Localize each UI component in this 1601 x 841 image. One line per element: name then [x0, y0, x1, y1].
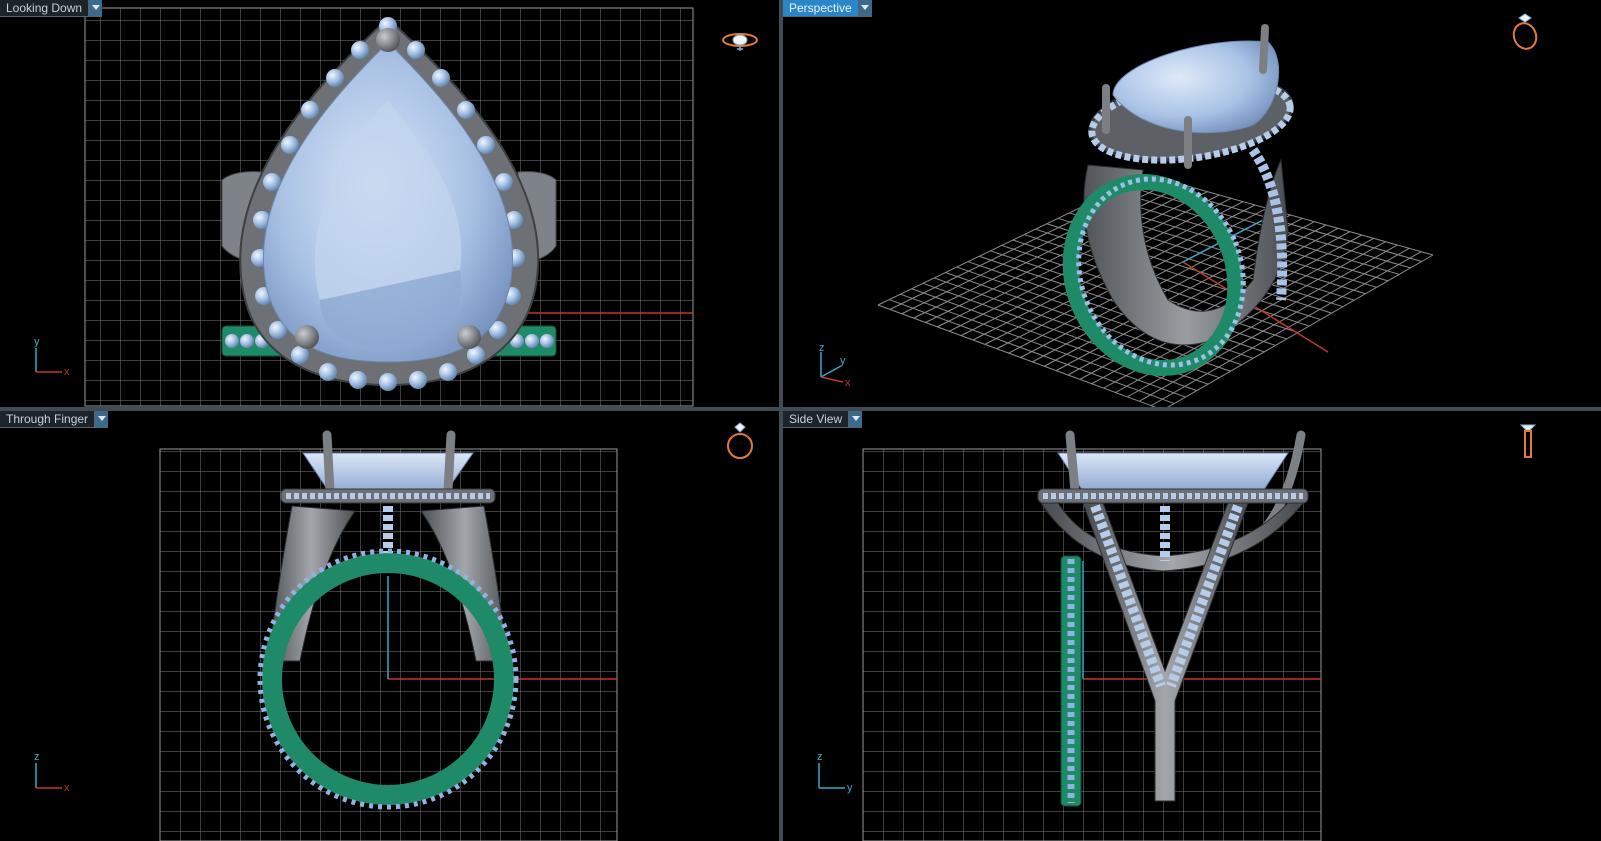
halo-bead [439, 363, 457, 381]
halo-bead [407, 41, 425, 59]
viewport-title[interactable]: Through Finger [0, 411, 96, 428]
ring-perspective-icon[interactable] [1505, 10, 1545, 50]
axis-label-x: x [64, 782, 70, 794]
halo-bead [432, 69, 450, 87]
prong [1065, 430, 1080, 496]
band-bead [540, 334, 554, 348]
ring-front-view-icon[interactable] [720, 421, 760, 461]
axis-triad [35, 348, 62, 373]
halo-bead [379, 373, 397, 391]
viewport-title[interactable]: Perspective [783, 0, 859, 17]
chevron-down-icon[interactable] [95, 411, 109, 428]
viewport-perspective[interactable]: z y x Perspective [783, 0, 1601, 407]
prong [443, 430, 456, 496]
viewport-menu-perspective[interactable]: Perspective [783, 0, 872, 17]
chevron-down-icon[interactable] [849, 411, 863, 428]
axis-label-z: z [817, 751, 823, 763]
ring-top-view-icon[interactable] [720, 22, 760, 62]
prong [376, 28, 400, 52]
axis-label-x: x [845, 377, 851, 389]
prong [295, 325, 319, 349]
band-bead [240, 334, 254, 348]
side-view-scene: z y [817, 430, 1322, 841]
axis-label-z: z [819, 342, 825, 354]
halo-bead [409, 371, 427, 389]
viewport-menu-looking-down[interactable]: Looking Down [0, 0, 103, 17]
looking-down-scene: y x [34, 7, 694, 407]
axis-label-y: y [847, 782, 853, 794]
viewport-menu-through-finger[interactable]: Through Finger [0, 411, 109, 428]
ring-side-view-icon[interactable] [1508, 419, 1548, 459]
axis-label-z: z [34, 751, 40, 763]
viewport-through-finger[interactable]: z x Through Finger [0, 411, 779, 841]
axis-label-y: y [840, 355, 846, 367]
axis-triad [35, 763, 62, 789]
prong [322, 430, 335, 496]
halo-bead [477, 136, 495, 154]
halo-bead [351, 41, 369, 59]
perspective-scene: z y x [819, 24, 1434, 407]
viewport-title[interactable]: Side View [783, 411, 850, 428]
chevron-down-icon[interactable] [858, 0, 872, 17]
viewport-side-view[interactable]: z y Side View [783, 411, 1601, 841]
prong [1259, 24, 1269, 74]
halo-bead [349, 371, 367, 389]
band-bead [225, 334, 239, 348]
halo-bead [301, 101, 319, 119]
chevron-down-icon[interactable] [89, 0, 103, 17]
halo-bead [319, 363, 337, 381]
axis-label-x: x [64, 366, 70, 378]
through-finger-scene: z x [34, 430, 618, 841]
prong [457, 325, 481, 349]
viewport-menu-side-view[interactable]: Side View [783, 411, 863, 428]
halo-bead [457, 101, 475, 119]
axis-triad [818, 763, 845, 789]
halo-bead [326, 69, 344, 87]
band-bead [525, 334, 539, 348]
pear-gem [1057, 452, 1289, 492]
halo-bead [281, 136, 299, 154]
viewport-title[interactable]: Looking Down [0, 0, 90, 17]
axis-label-y: y [34, 336, 40, 348]
viewport-looking-down[interactable]: y x Looking Down [0, 0, 779, 407]
